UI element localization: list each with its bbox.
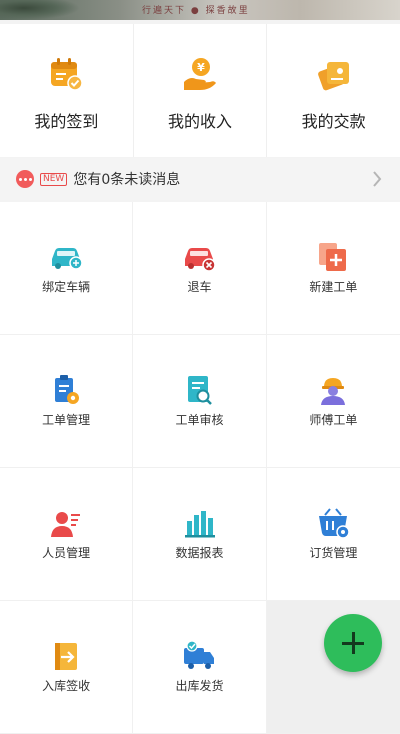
unread-message-bar[interactable]: NEW 您有0条未读消息 — [0, 158, 400, 200]
work-order-management-button[interactable]: 工单管理 — [0, 335, 134, 467]
my-checkin-button[interactable]: 我的签到 — [0, 24, 134, 157]
staff-management-button[interactable]: 人员管理 — [0, 468, 134, 600]
master-work-order-label: 师傅工单 — [309, 413, 358, 427]
work-order-review-label: 工单审核 — [175, 413, 224, 427]
chevron-right-icon — [373, 171, 382, 187]
calendar-check-icon — [51, 58, 84, 91]
bind-vehicle-label: 绑定车辆 — [42, 280, 91, 294]
outbound-shipping-label: 出库发货 — [175, 679, 224, 693]
grid-row: 人员管理 数据报表 订货管理 — [0, 468, 400, 601]
order-management-button[interactable]: 订货管理 — [266, 468, 400, 600]
delivery-truck-icon — [184, 640, 215, 669]
message-dots-icon — [16, 170, 34, 188]
new-work-order-button[interactable]: 新建工单 — [266, 202, 400, 334]
plus-icon-vertical — [351, 632, 355, 654]
master-work-order-button[interactable]: 师傅工单 — [266, 335, 400, 467]
banner-caption: 行遍天下 ● 探香故里 — [142, 6, 250, 16]
data-report-label: 数据报表 — [175, 546, 224, 560]
my-income-label: 我的收入 — [168, 112, 233, 131]
bar-chart-icon — [185, 511, 216, 538]
outbound-shipping-button[interactable]: 出库发货 — [133, 601, 267, 733]
hand-coin-icon: ¥ — [184, 58, 216, 90]
worker-helmet-icon — [321, 378, 346, 405]
data-report-button[interactable]: 数据报表 — [133, 468, 267, 600]
unread-message-text: 您有0条未读消息 — [73, 172, 181, 188]
new-order-icon — [319, 243, 347, 271]
new-badge: NEW — [40, 172, 68, 186]
money-card-icon — [317, 62, 349, 91]
order-management-label: 订货管理 — [309, 546, 358, 560]
return-car-button[interactable]: 退车 — [133, 202, 267, 334]
clipboard-gear-icon — [55, 375, 80, 404]
my-payment-label: 我的交款 — [301, 112, 366, 131]
svg-text:¥: ¥ — [197, 61, 205, 74]
inbound-arrow-icon — [55, 643, 78, 670]
my-income-button[interactable]: ¥ 我的收入 — [134, 24, 268, 157]
work-order-review-button[interactable]: 工单审核 — [133, 335, 267, 467]
my-checkin-label: 我的签到 — [34, 112, 99, 131]
my-payment-button[interactable]: 我的交款 — [267, 24, 400, 157]
return-car-label: 退车 — [187, 280, 212, 294]
bind-vehicle-button[interactable]: 绑定车辆 — [0, 202, 134, 334]
banner-leaf — [0, 0, 80, 20]
new-work-order-label: 新建工单 — [309, 280, 358, 294]
basket-gear-icon — [319, 508, 351, 539]
inbound-signoff-button[interactable]: 入库签收 — [0, 601, 134, 733]
inbound-signoff-label: 入库签收 — [42, 679, 91, 693]
add-fab-button[interactable] — [324, 614, 382, 672]
document-search-icon — [188, 376, 213, 405]
staff-management-label: 人员管理 — [42, 546, 91, 560]
work-order-management-label: 工单管理 — [42, 413, 91, 427]
person-list-icon — [51, 512, 81, 537]
grid-row: 绑定车辆 退车 新建工单 — [0, 202, 400, 335]
grid-row: 工单管理 工单审核 师傅工单 — [0, 335, 400, 468]
top-banner-image: 行遍天下 ● 探香故里 — [0, 0, 400, 20]
top-summary-row: 我的签到 ¥ 我的收入 我的交款 — [0, 24, 400, 157]
car-link-icon — [52, 248, 83, 270]
car-remove-icon — [185, 248, 217, 272]
